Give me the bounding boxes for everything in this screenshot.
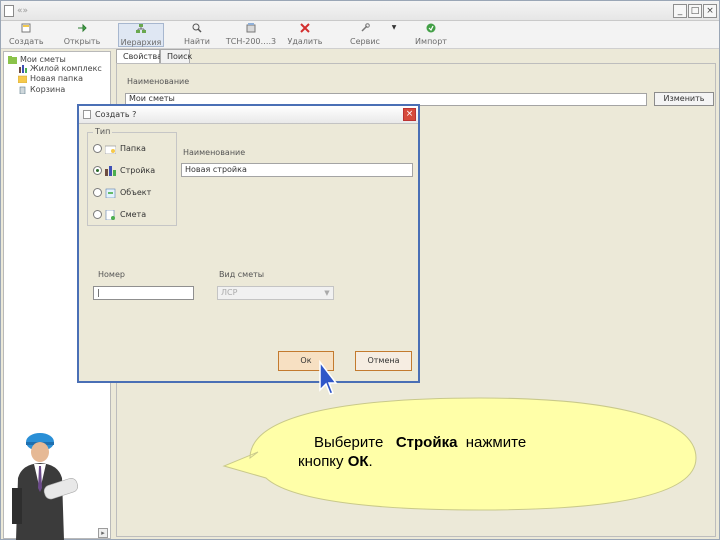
dialog-title: Создать ? — [95, 110, 137, 119]
open-icon — [77, 23, 87, 33]
estimate-icon — [105, 209, 116, 221]
service-icon — [360, 23, 370, 33]
building-icon — [18, 64, 27, 73]
toolbar-service-button[interactable]: Сервис — [347, 23, 383, 47]
change-button[interactable]: Изменить — [654, 92, 714, 106]
dialog-title-bar: Создать ? × — [79, 106, 418, 124]
construction-icon — [105, 166, 116, 176]
number-label: Номер — [98, 270, 125, 279]
toolbar-create-button[interactable]: Создать — [9, 23, 44, 47]
object-icon — [105, 188, 116, 199]
toolbar-tsn-button[interactable]: ТСН-200….3 — [225, 23, 277, 47]
callout-text-part: нажмите — [465, 434, 527, 451]
find-icon — [192, 23, 202, 33]
hierarchy-icon — [136, 24, 146, 34]
callout-text-part: кнопку — [298, 453, 344, 470]
close-button[interactable]: × — [703, 4, 717, 18]
toolbar-import-button[interactable]: Импорт — [413, 23, 449, 47]
callout-text: Выберите Стройка нажмите кнопку ОК. — [298, 433, 628, 471]
chevron-down-icon: ▼ — [324, 289, 330, 297]
dialog-icon — [83, 110, 91, 119]
radio-label: Стройка — [120, 166, 156, 175]
estimate-type-label: Вид сметы — [219, 270, 265, 279]
estimate-type-select: ЛСР ▼ — [217, 286, 334, 300]
radio-button[interactable] — [93, 144, 102, 153]
dialog-close-button[interactable]: × — [403, 108, 416, 121]
engineer-character-image — [12, 433, 79, 540]
folder-icon — [17, 75, 28, 83]
radio-label: Папка — [120, 144, 146, 153]
callout-bold-construction: Стройка — [395, 434, 458, 451]
tree-item-label: Мои сметы — [20, 55, 66, 64]
radio-button-checked[interactable] — [93, 166, 102, 175]
dialog-name-field[interactable]: Новая стройка — [181, 163, 413, 177]
tab-properties[interactable]: Свойства — [116, 49, 162, 63]
name-label: Наименование — [127, 77, 190, 86]
mouse-cursor-icon — [319, 360, 338, 395]
maximize-button[interactable]: □ — [688, 4, 702, 18]
number-field[interactable]: | — [93, 286, 194, 300]
cancel-button[interactable]: Отмена — [355, 351, 412, 371]
callout-bold-ok: ОК — [347, 453, 369, 470]
radio-label: Объект — [120, 188, 152, 197]
toolbar-delete-label: Удалить — [287, 37, 323, 46]
window-title: «» — [17, 6, 29, 16]
service-dropdown-arrow[interactable]: ▼ — [389, 23, 397, 47]
tree-item-label: Новая папка — [30, 74, 83, 83]
tree-item-trash[interactable]: Корзина — [18, 85, 65, 97]
chevron-down-icon: ▼ — [391, 24, 397, 31]
toolbar-delete-button[interactable]: Удалить — [285, 23, 325, 47]
tab-search[interactable]: Поиск — [160, 49, 192, 63]
toolbar-find-label: Найти — [184, 37, 210, 46]
callout-text-part: Выберите — [314, 434, 384, 451]
callout-text-part: . — [368, 453, 373, 470]
delete-icon — [300, 23, 310, 33]
minimize-button[interactable]: _ — [673, 4, 687, 18]
create-dialog: Создать ? × Тип Папка Стройка Объект Сме… — [77, 104, 420, 383]
folder-tree-icon — [8, 55, 17, 64]
estimate-type-value: ЛСР — [221, 288, 238, 297]
tree-item-label: Корзина — [30, 85, 66, 94]
toolbar-hierarchy-button[interactable]: Иерархия — [118, 23, 164, 47]
scroll-button[interactable]: ▸ — [98, 528, 108, 538]
create-icon — [21, 23, 31, 33]
toolbar-service-label: Сервис — [350, 37, 380, 46]
radio-button[interactable] — [93, 188, 102, 197]
toolbar-find-button[interactable]: Найти — [181, 23, 213, 47]
toolbar-open-label: Открыть — [63, 37, 101, 46]
import-icon — [426, 23, 436, 33]
radio-button[interactable] — [93, 210, 102, 219]
toolbar-import-label: Импорт — [415, 37, 447, 46]
toolbar: Создать Открыть Иерархия Найти ТСН-200….… — [1, 21, 719, 49]
toolbar-create-label: Создать — [9, 37, 44, 46]
type-group: Тип Папка Стройка Объект Смета — [87, 127, 177, 226]
toolbar-tsn-label: ТСН-200….3 — [225, 37, 277, 46]
radio-label: Смета — [120, 210, 147, 219]
title-bar: «» _ □ × — [1, 1, 719, 21]
dialog-name-label: Наименование — [183, 148, 246, 157]
folder-icon — [104, 144, 117, 155]
type-group-legend: Тип — [93, 127, 113, 136]
app-icon — [4, 5, 14, 17]
tsn-icon — [246, 23, 256, 33]
toolbar-hierarchy-label: Иерархия — [120, 38, 162, 47]
tree-item-label: Жилой комплекс — [30, 64, 102, 73]
trash-icon — [18, 86, 27, 94]
toolbar-open-button[interactable]: Открыть — [63, 23, 101, 47]
